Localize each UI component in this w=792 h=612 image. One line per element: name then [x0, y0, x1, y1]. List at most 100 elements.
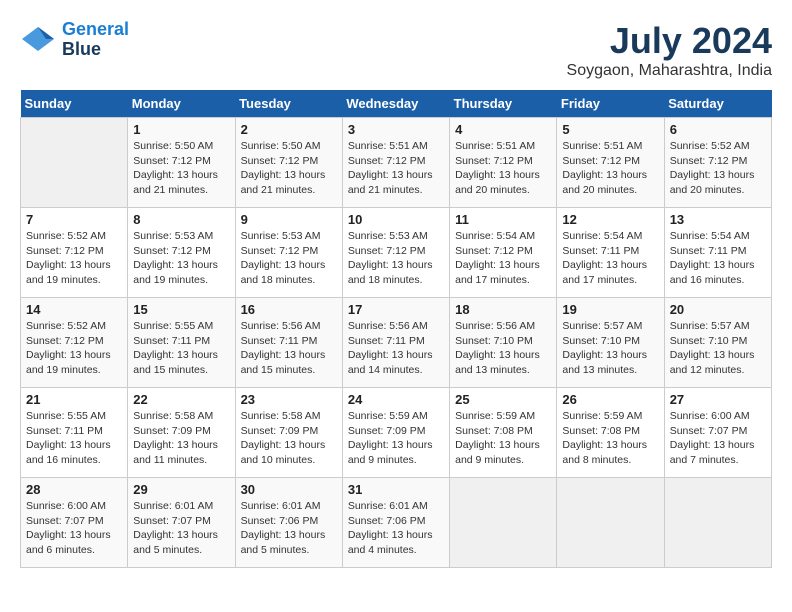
day-info: Sunrise: 5:52 AM Sunset: 7:12 PM Dayligh…	[26, 229, 122, 288]
calendar-day-cell: 21 Sunrise: 5:55 AM Sunset: 7:11 PM Dayli…	[21, 388, 128, 478]
weekday-header-monday: Monday	[128, 90, 235, 118]
day-info: Sunrise: 5:54 AM Sunset: 7:12 PM Dayligh…	[455, 229, 551, 288]
day-number: 11	[455, 212, 551, 227]
day-number: 7	[26, 212, 122, 227]
day-number: 15	[133, 302, 229, 317]
calendar-week-row: 21 Sunrise: 5:55 AM Sunset: 7:11 PM Dayli…	[21, 388, 772, 478]
calendar-day-cell: 27 Sunrise: 6:00 AM Sunset: 7:07 PM Dayli…	[664, 388, 771, 478]
page-header: General Blue July 2024 Soygaon, Maharash…	[20, 20, 772, 80]
day-info: Sunrise: 6:01 AM Sunset: 7:06 PM Dayligh…	[348, 499, 444, 558]
day-info: Sunrise: 5:55 AM Sunset: 7:11 PM Dayligh…	[26, 409, 122, 468]
title-block: July 2024 Soygaon, Maharashtra, India	[567, 20, 772, 80]
weekday-header-sunday: Sunday	[21, 90, 128, 118]
calendar-day-cell: 29 Sunrise: 6:01 AM Sunset: 7:07 PM Dayli…	[128, 478, 235, 568]
day-number: 3	[348, 122, 444, 137]
calendar-day-cell: 18 Sunrise: 5:56 AM Sunset: 7:10 PM Dayli…	[450, 298, 557, 388]
calendar-day-cell: 5Sunrise: 5:51 AM Sunset: 7:12 PM Daylig…	[557, 118, 664, 208]
day-number: 21	[26, 392, 122, 407]
calendar-day-cell	[450, 478, 557, 568]
calendar-table: SundayMondayTuesdayWednesdayThursdayFrid…	[20, 90, 772, 568]
calendar-day-cell: 9 Sunrise: 5:53 AM Sunset: 7:12 PM Daylig…	[235, 208, 342, 298]
day-info: Sunrise: 5:53 AM Sunset: 7:12 PM Dayligh…	[348, 229, 444, 288]
calendar-day-cell: 26Sunrise: 5:59 AM Sunset: 7:08 PM Dayli…	[557, 388, 664, 478]
calendar-day-cell: 3 Sunrise: 5:51 AM Sunset: 7:12 PM Daylig…	[342, 118, 449, 208]
day-number: 13	[670, 212, 766, 227]
day-info: Sunrise: 5:54 AM Sunset: 7:11 PM Dayligh…	[562, 229, 658, 288]
day-info: Sunrise: 5:54 AM Sunset: 7:11 PM Dayligh…	[670, 229, 766, 288]
calendar-day-cell	[664, 478, 771, 568]
day-info: Sunrise: 5:55 AM Sunset: 7:11 PM Dayligh…	[133, 319, 229, 378]
day-number: 4	[455, 122, 551, 137]
weekday-header-row: SundayMondayTuesdayWednesdayThursdayFrid…	[21, 90, 772, 118]
calendar-day-cell: 16Sunrise: 5:56 AM Sunset: 7:11 PM Dayli…	[235, 298, 342, 388]
calendar-day-cell: 25 Sunrise: 5:59 AM Sunset: 7:08 PM Dayli…	[450, 388, 557, 478]
day-number: 19	[562, 302, 658, 317]
calendar-day-cell: 14 Sunrise: 5:52 AM Sunset: 7:12 PM Dayli…	[21, 298, 128, 388]
calendar-day-cell: 6 Sunrise: 5:52 AM Sunset: 7:12 PM Daylig…	[664, 118, 771, 208]
day-info: Sunrise: 5:58 AM Sunset: 7:09 PM Dayligh…	[241, 409, 337, 468]
logo: General Blue	[20, 20, 129, 60]
day-number: 14	[26, 302, 122, 317]
day-info: Sunrise: 5:56 AM Sunset: 7:10 PM Dayligh…	[455, 319, 551, 378]
calendar-day-cell: 7 Sunrise: 5:52 AM Sunset: 7:12 PM Daylig…	[21, 208, 128, 298]
weekday-header-saturday: Saturday	[664, 90, 771, 118]
day-info: Sunrise: 5:57 AM Sunset: 7:10 PM Dayligh…	[562, 319, 658, 378]
calendar-day-cell: 17 Sunrise: 5:56 AM Sunset: 7:11 PM Dayli…	[342, 298, 449, 388]
day-number: 24	[348, 392, 444, 407]
calendar-day-cell: 12Sunrise: 5:54 AM Sunset: 7:11 PM Dayli…	[557, 208, 664, 298]
day-info: Sunrise: 6:01 AM Sunset: 7:07 PM Dayligh…	[133, 499, 229, 558]
day-number: 29	[133, 482, 229, 497]
day-info: Sunrise: 5:51 AM Sunset: 7:12 PM Dayligh…	[348, 139, 444, 198]
calendar-day-cell: 19 Sunrise: 5:57 AM Sunset: 7:10 PM Dayli…	[557, 298, 664, 388]
day-number: 16	[241, 302, 337, 317]
month-title: July 2024	[567, 20, 772, 62]
calendar-day-cell: 8Sunrise: 5:53 AM Sunset: 7:12 PM Daylig…	[128, 208, 235, 298]
calendar-day-cell: 28Sunrise: 6:00 AM Sunset: 7:07 PM Dayli…	[21, 478, 128, 568]
day-number: 17	[348, 302, 444, 317]
calendar-day-cell: 1 Sunrise: 5:50 AM Sunset: 7:12 PM Daylig…	[128, 118, 235, 208]
day-number: 8	[133, 212, 229, 227]
day-number: 26	[562, 392, 658, 407]
weekday-header-tuesday: Tuesday	[235, 90, 342, 118]
day-info: Sunrise: 5:51 AM Sunset: 7:12 PM Dayligh…	[455, 139, 551, 198]
day-number: 6	[670, 122, 766, 137]
calendar-week-row: 14 Sunrise: 5:52 AM Sunset: 7:12 PM Dayli…	[21, 298, 772, 388]
day-info: Sunrise: 5:59 AM Sunset: 7:09 PM Dayligh…	[348, 409, 444, 468]
calendar-week-row: 1 Sunrise: 5:50 AM Sunset: 7:12 PM Daylig…	[21, 118, 772, 208]
day-info: Sunrise: 5:50 AM Sunset: 7:12 PM Dayligh…	[133, 139, 229, 198]
day-info: Sunrise: 5:56 AM Sunset: 7:11 PM Dayligh…	[348, 319, 444, 378]
day-number: 25	[455, 392, 551, 407]
calendar-day-cell: 20Sunrise: 5:57 AM Sunset: 7:10 PM Dayli…	[664, 298, 771, 388]
day-info: Sunrise: 5:52 AM Sunset: 7:12 PM Dayligh…	[670, 139, 766, 198]
day-number: 1	[133, 122, 229, 137]
day-info: Sunrise: 5:58 AM Sunset: 7:09 PM Dayligh…	[133, 409, 229, 468]
weekday-header-wednesday: Wednesday	[342, 90, 449, 118]
day-number: 30	[241, 482, 337, 497]
calendar-day-cell	[21, 118, 128, 208]
day-number: 18	[455, 302, 551, 317]
calendar-day-cell: 10Sunrise: 5:53 AM Sunset: 7:12 PM Dayli…	[342, 208, 449, 298]
day-number: 23	[241, 392, 337, 407]
day-number: 9	[241, 212, 337, 227]
calendar-day-cell: 31 Sunrise: 6:01 AM Sunset: 7:06 PM Dayli…	[342, 478, 449, 568]
day-info: Sunrise: 5:59 AM Sunset: 7:08 PM Dayligh…	[455, 409, 551, 468]
day-info: Sunrise: 6:00 AM Sunset: 7:07 PM Dayligh…	[670, 409, 766, 468]
day-info: Sunrise: 5:53 AM Sunset: 7:12 PM Dayligh…	[241, 229, 337, 288]
day-info: Sunrise: 5:57 AM Sunset: 7:10 PM Dayligh…	[670, 319, 766, 378]
weekday-header-thursday: Thursday	[450, 90, 557, 118]
day-info: Sunrise: 5:50 AM Sunset: 7:12 PM Dayligh…	[241, 139, 337, 198]
day-info: Sunrise: 6:01 AM Sunset: 7:06 PM Dayligh…	[241, 499, 337, 558]
day-info: Sunrise: 5:52 AM Sunset: 7:12 PM Dayligh…	[26, 319, 122, 378]
day-number: 27	[670, 392, 766, 407]
day-info: Sunrise: 6:00 AM Sunset: 7:07 PM Dayligh…	[26, 499, 122, 558]
day-number: 5	[562, 122, 658, 137]
calendar-day-cell: 4 Sunrise: 5:51 AM Sunset: 7:12 PM Daylig…	[450, 118, 557, 208]
calendar-day-cell: 30 Sunrise: 6:01 AM Sunset: 7:06 PM Dayli…	[235, 478, 342, 568]
weekday-header-friday: Friday	[557, 90, 664, 118]
calendar-week-row: 7 Sunrise: 5:52 AM Sunset: 7:12 PM Daylig…	[21, 208, 772, 298]
calendar-day-cell: 2 Sunrise: 5:50 AM Sunset: 7:12 PM Daylig…	[235, 118, 342, 208]
calendar-day-cell: 24 Sunrise: 5:59 AM Sunset: 7:09 PM Dayli…	[342, 388, 449, 478]
calendar-day-cell: 22Sunrise: 5:58 AM Sunset: 7:09 PM Dayli…	[128, 388, 235, 478]
day-number: 31	[348, 482, 444, 497]
day-number: 2	[241, 122, 337, 137]
